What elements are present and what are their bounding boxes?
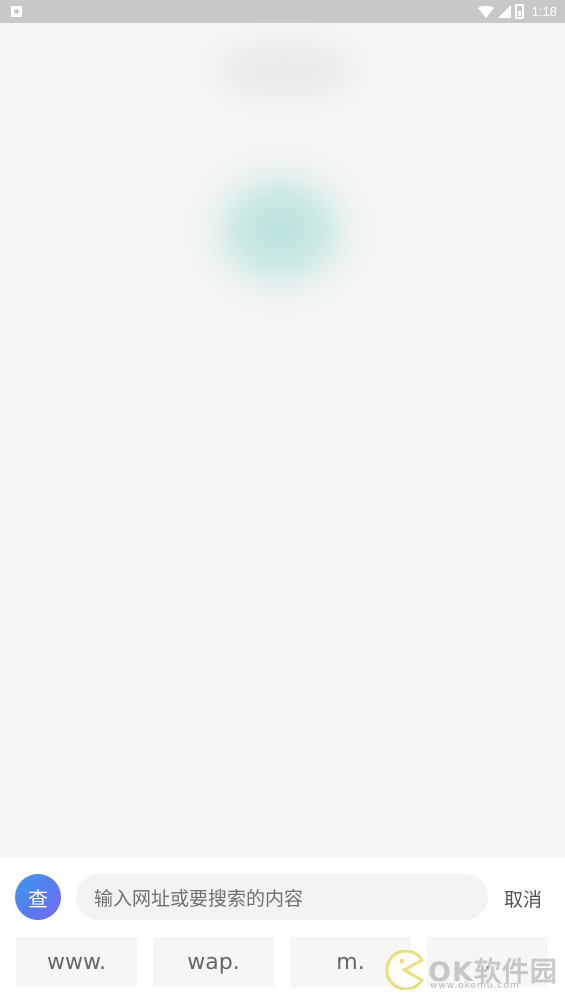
- prefix-www-button[interactable]: www.: [16, 937, 137, 987]
- watermark-url: www.okemu.com: [430, 981, 520, 991]
- wifi-icon: [477, 5, 494, 18]
- notification-a-icon: [11, 6, 22, 17]
- loading-placeholder-blur: [215, 40, 355, 100]
- prefix-wap-button[interactable]: wap.: [153, 937, 274, 987]
- search-row: 查 输入网址或要搜索的内容 取消: [0, 874, 565, 920]
- search-input[interactable]: 输入网址或要搜索的内容: [76, 874, 488, 920]
- clock: 1:18: [531, 4, 557, 19]
- pacman-icon: [385, 950, 424, 990]
- cancel-button[interactable]: 取消: [504, 885, 542, 912]
- watermark: OK软件园 www.okemu.com: [384, 950, 559, 995]
- signal-icon: [497, 5, 511, 18]
- loading-logo-blur: [220, 180, 340, 280]
- search-engine-badge[interactable]: 查: [15, 874, 61, 920]
- status-bar: 1:18: [0, 0, 565, 23]
- search-placeholder: 输入网址或要搜索的内容: [94, 887, 304, 910]
- battery-icon: [514, 4, 524, 19]
- status-icons: 1:18: [477, 0, 557, 23]
